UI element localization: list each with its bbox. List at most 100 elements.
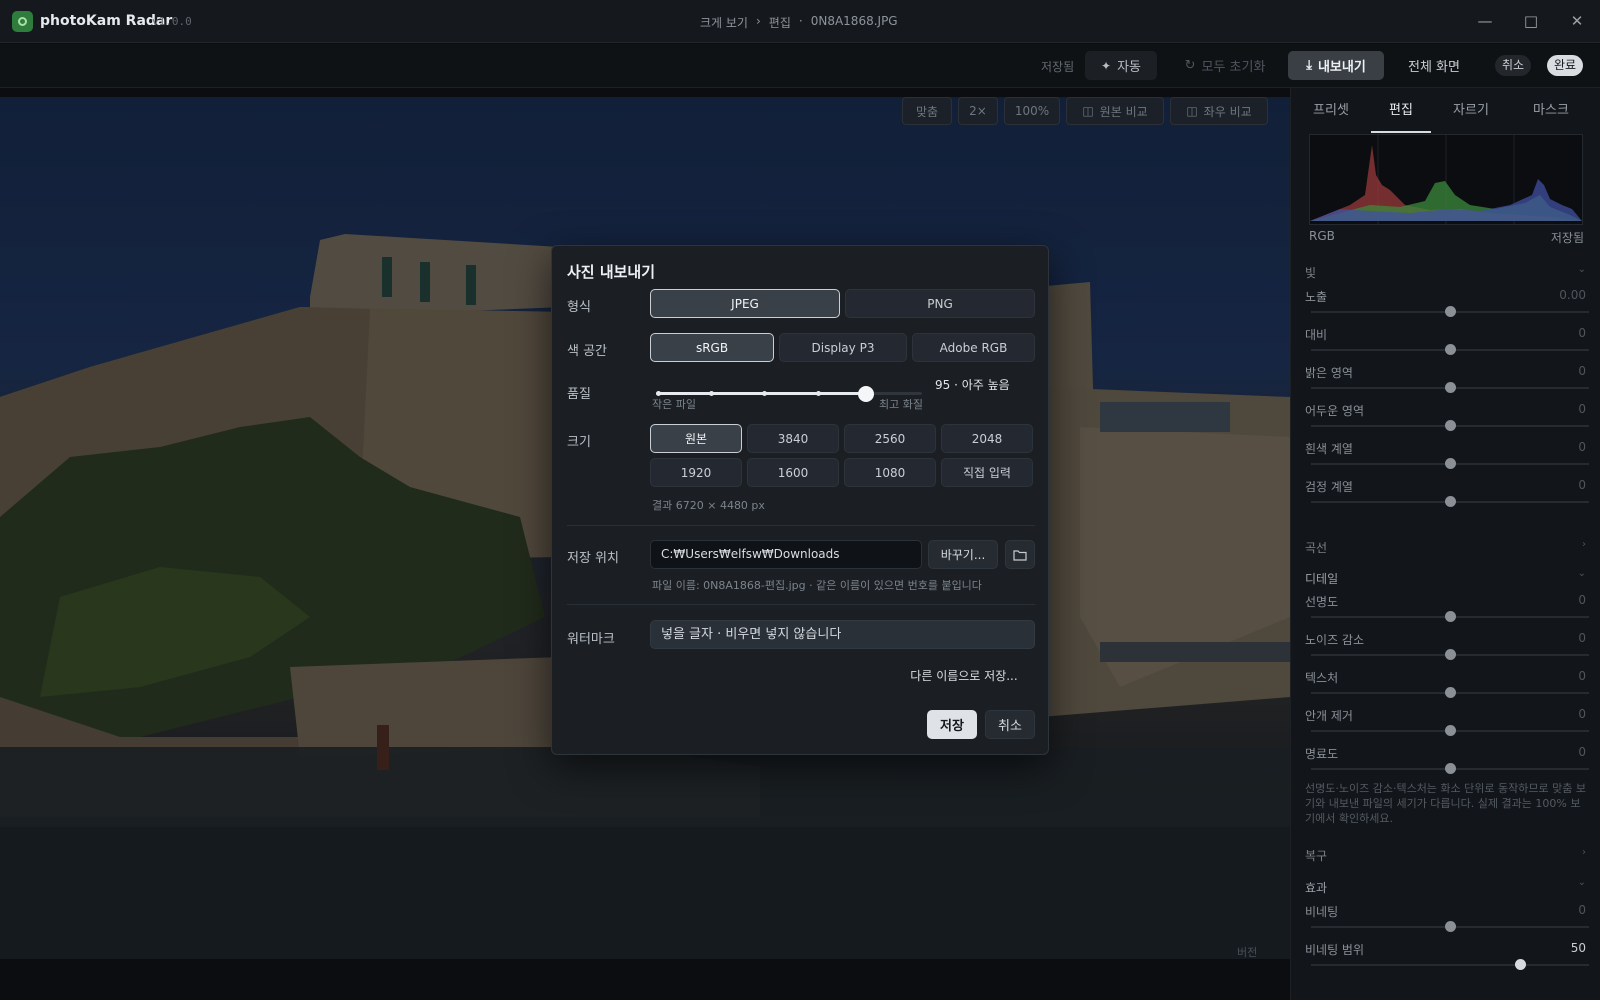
top-toolbar: 저장됨 ✦ 자동 ↻ 모두 초기화 ⤓ 내보내기 전체 화면 취소 완료: [0, 44, 1600, 88]
quality-slider-fill: [656, 392, 867, 395]
tab-crop[interactable]: 자르기: [1431, 88, 1511, 133]
slider-knob[interactable]: [1445, 420, 1456, 431]
change-location-button[interactable]: 바꾸기...: [928, 540, 998, 569]
compare-side-button[interactable]: ◫ 좌우 비교: [1170, 97, 1268, 125]
slider-knob[interactable]: [1445, 344, 1456, 355]
slider-value[interactable]: 0: [1578, 364, 1586, 378]
slider-value[interactable]: 0: [1578, 669, 1586, 683]
slider-knob[interactable]: [1445, 496, 1456, 507]
size-option[interactable]: 2560: [844, 424, 936, 453]
save-as-button[interactable]: 다른 이름으로 저장...: [904, 661, 1024, 690]
format-option-png[interactable]: PNG: [845, 289, 1035, 318]
close-icon[interactable]: ✕: [1566, 10, 1588, 32]
quality-label: 품질: [567, 387, 591, 402]
size-option[interactable]: 1600: [747, 458, 839, 487]
slider-knob[interactable]: [1445, 382, 1456, 393]
slider-knob[interactable]: [1445, 611, 1456, 622]
save-button[interactable]: 저장: [927, 710, 977, 739]
breadcrumb-item-large-view[interactable]: 크게 보기: [700, 14, 748, 31]
chevron-down-icon[interactable]: ⌄: [1578, 568, 1586, 579]
slider-knob[interactable]: [1514, 959, 1526, 970]
slider-value[interactable]: 0: [1578, 593, 1586, 607]
cancel-button[interactable]: 취소: [985, 710, 1035, 739]
format-option-jpeg[interactable]: JPEG: [650, 289, 840, 318]
auto-button[interactable]: ✦ 자동: [1085, 51, 1157, 80]
breadcrumb-separator: ·: [798, 14, 803, 28]
section-detail[interactable]: 디테일: [1305, 570, 1338, 587]
slider-track[interactable]: [1311, 964, 1589, 966]
status-bar: [0, 959, 1290, 1000]
cancel-edit-button[interactable]: 취소: [1495, 55, 1532, 76]
app-version: v1.0.0: [152, 15, 192, 28]
size-option[interactable]: 직접 입력: [941, 458, 1033, 487]
filename-note: 파일 이름: 0N8A1868-편집.jpg · 같은 이름이 있으면 번호를 …: [652, 579, 982, 592]
breadcrumb: 크게 보기 › 편집 · 0N8A1868.JPG: [700, 14, 898, 31]
colorspace-option-p3[interactable]: Display P3: [779, 333, 907, 362]
maximize-icon[interactable]: □: [1520, 10, 1542, 32]
slider-value[interactable]: 0: [1578, 326, 1586, 340]
tab-mask[interactable]: 마스크: [1511, 88, 1591, 133]
minimize-icon[interactable]: —: [1474, 10, 1496, 32]
reset-icon: ↻: [1184, 58, 1196, 73]
watermark-input[interactable]: 넣을 글자 · 비우면 넣지 않습니다: [650, 620, 1035, 649]
title-bar: photoKam Radar v1.0.0 크게 보기 › 편집 · 0N8A1…: [0, 0, 1600, 43]
slider-knob[interactable]: [1445, 725, 1456, 736]
colorspace-option-adobergb[interactable]: Adobe RGB: [912, 333, 1035, 362]
slider-value[interactable]: 0: [1578, 707, 1586, 721]
format-label: 형식: [567, 300, 591, 315]
histogram-status: 저장됨: [1550, 231, 1584, 245]
done-button[interactable]: 완료: [1547, 55, 1584, 76]
location-path-field[interactable]: C:₩Users₩elfsw₩Downloads: [650, 540, 922, 569]
fullscreen-button[interactable]: 전체 화면: [1398, 51, 1470, 80]
compare-original-button[interactable]: ◫ 원본 비교: [1066, 97, 1164, 125]
slider-value[interactable]: 0: [1578, 440, 1586, 454]
section-light[interactable]: 빛: [1305, 264, 1316, 281]
slider-value[interactable]: 0: [1578, 745, 1586, 759]
size-option[interactable]: 3840: [747, 424, 839, 453]
slider-label: 어두운 영역: [1305, 404, 1365, 418]
chevron-right-icon[interactable]: ›: [1582, 539, 1586, 550]
slider-label: 검정 계열: [1305, 480, 1353, 494]
section-restore[interactable]: 복구: [1305, 847, 1327, 864]
export-button[interactable]: ⤓ 내보내기: [1288, 51, 1384, 80]
panel-tabs: 프리셋 편집 자르기 마스크: [1291, 88, 1600, 133]
section-effects[interactable]: 효과: [1305, 879, 1327, 896]
size-option[interactable]: 1080: [844, 458, 936, 487]
tab-edit[interactable]: 편집: [1371, 88, 1431, 133]
size-option[interactable]: 원본: [650, 424, 742, 453]
slider-value[interactable]: 0: [1578, 478, 1586, 492]
slider-value[interactable]: 0: [1578, 631, 1586, 645]
reset-all-button[interactable]: ↻ 모두 초기화: [1175, 51, 1275, 80]
slider-knob[interactable]: [1445, 687, 1456, 698]
detail-note: 선명도·노이즈 감소·텍스처는 화소 단위로 동작하므로 맞춤 보기와 내보낸 …: [1305, 782, 1586, 825]
slider-knob[interactable]: [1445, 763, 1456, 774]
chevron-down-icon[interactable]: ⌄: [1578, 264, 1586, 275]
slider-knob[interactable]: [1445, 458, 1456, 469]
app-logo-icon: [12, 11, 33, 32]
slider-label: 흰색 계열: [1305, 442, 1353, 456]
histogram: [1309, 134, 1583, 225]
fit-button[interactable]: 맞춤: [902, 97, 952, 125]
slider-knob[interactable]: [1445, 649, 1456, 660]
tab-presets[interactable]: 프리셋: [1291, 88, 1371, 133]
chevron-down-icon[interactable]: ⌄: [1578, 877, 1586, 888]
divider: [567, 604, 1035, 605]
zoom-100-button[interactable]: 100%: [1004, 97, 1060, 125]
zoom-2x-button[interactable]: 2×: [958, 97, 998, 125]
version-label[interactable]: 버전: [1237, 944, 1257, 960]
slider-value[interactable]: 0.00: [1559, 288, 1586, 302]
size-option[interactable]: 1920: [650, 458, 742, 487]
chevron-right-icon[interactable]: ›: [1582, 847, 1586, 858]
colorspace-option-srgb[interactable]: sRGB: [650, 333, 774, 362]
slider-knob[interactable]: [1445, 921, 1456, 932]
slider-value[interactable]: 0: [1578, 402, 1586, 416]
quality-tick: [709, 389, 715, 398]
slider-value[interactable]: 50: [1571, 941, 1586, 955]
quality-slider-knob[interactable]: [858, 386, 875, 402]
folder-icon[interactable]: [1005, 540, 1035, 569]
section-curve[interactable]: 곡선: [1305, 539, 1327, 556]
slider-knob[interactable]: [1445, 306, 1456, 317]
size-option[interactable]: 2048: [941, 424, 1033, 453]
divider: [567, 525, 1035, 526]
slider-value[interactable]: 0: [1578, 903, 1586, 917]
